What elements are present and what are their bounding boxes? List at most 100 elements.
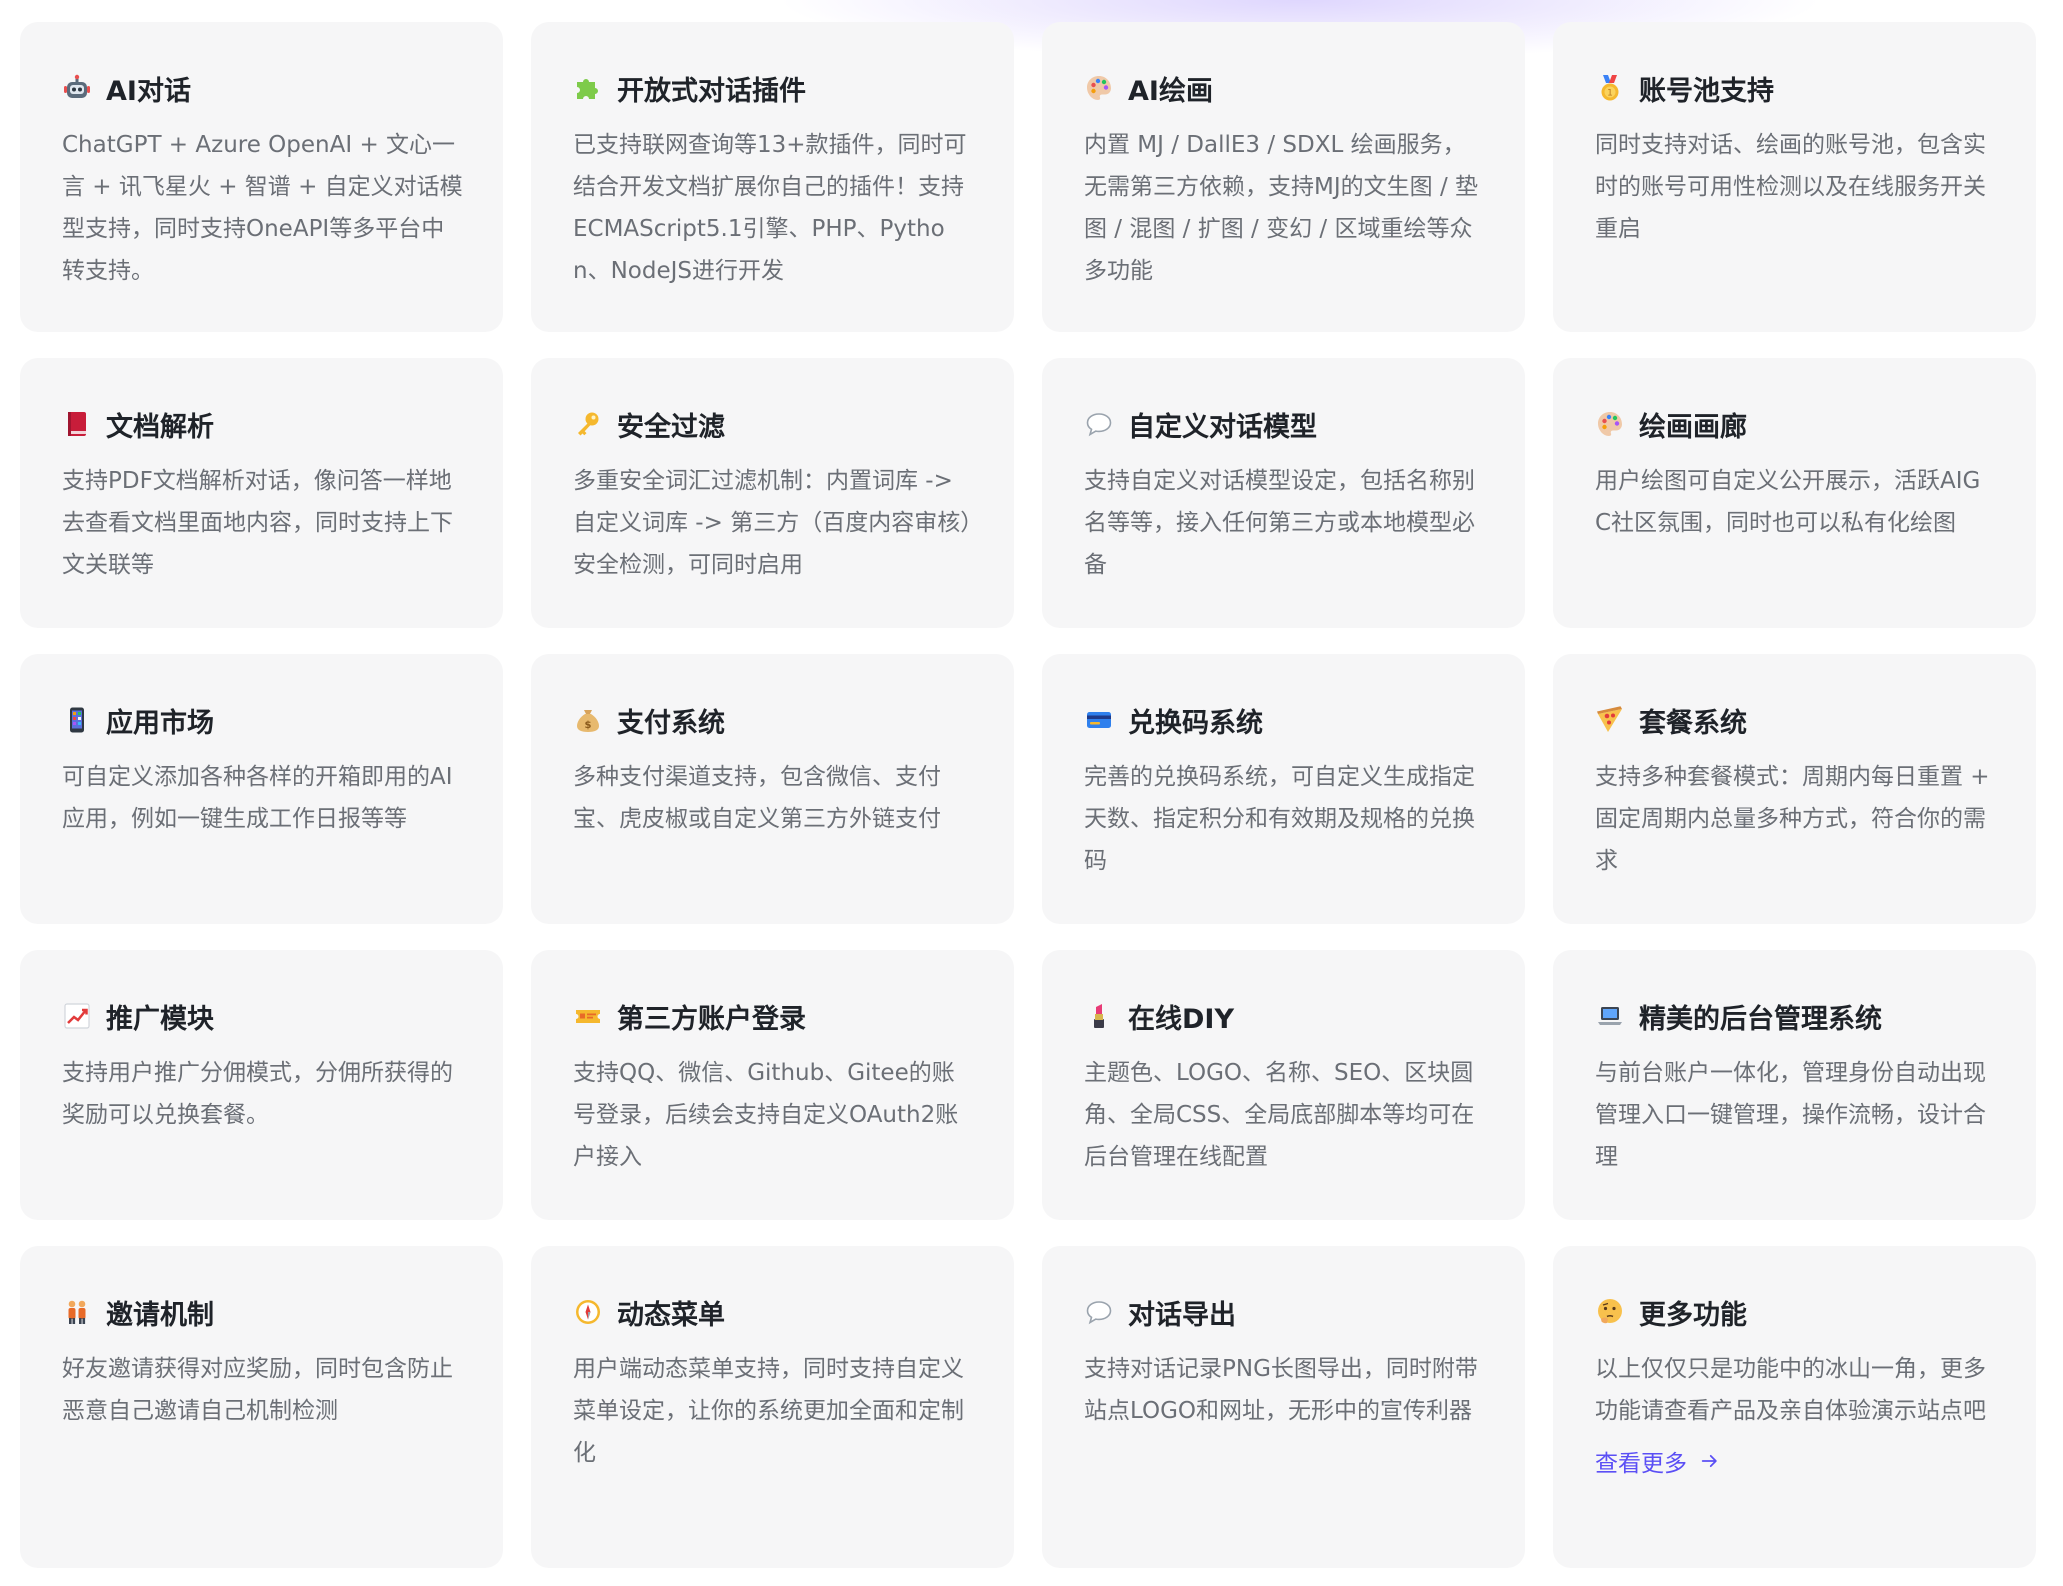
feature-title: 套餐系统 — [1639, 707, 1747, 739]
people-icon — [68, 1300, 86, 1324]
phone-app-icon — [70, 707, 84, 733]
feature-description: 主题色、LOGO、名称、SEO、区块圆角、全局CSS、全局底部脚本等均可在后台管… — [1084, 1060, 1475, 1170]
feature-description: 以上仅仅只是功能中的冰山一角，更多功能请查看产品及亲自体验演示站点吧 — [1595, 1356, 1986, 1424]
key-icon — [578, 412, 599, 436]
feature-card-header: 更多功能 — [1595, 1292, 1996, 1332]
svg-text:$: $ — [585, 720, 592, 731]
speech-bubble-icon — [1086, 413, 1112, 437]
feature-card: 安全过滤多重安全词汇过滤机制：内置词库 -> 自定义词库 -> 第三方（百度内容… — [531, 358, 1014, 628]
feature-title: 更多功能 — [1639, 1299, 1747, 1331]
feature-card-header: AI对话 — [62, 68, 463, 108]
thinking-face-icon — [1598, 1299, 1622, 1324]
feature-card-header: 对话导出 — [1084, 1292, 1485, 1332]
feature-description: 好友邀请获得对应奖励，同时包含防止恶意自己邀请自己机制检测 — [62, 1356, 453, 1424]
money-bag-icon: $ — [577, 710, 599, 732]
feature-description: 支持QQ、微信、Github、Gitee的账号登录，后续会支持自定义OAuth2… — [573, 1060, 959, 1170]
compass-icon — [576, 1300, 600, 1324]
feature-title: AI对话 — [106, 75, 191, 107]
feature-card: 第三方账户登录支持QQ、微信、Github、Gitee的账号登录，后续会支持自定… — [531, 950, 1014, 1220]
feature-title: 推广模块 — [106, 1003, 214, 1035]
feature-card: 自定义对话模型支持自定义对话模型设定，包括名称别名等等，接入任何第三方或本地模型… — [1042, 358, 1525, 628]
feature-card-header: 兑换码系统 — [1084, 700, 1485, 740]
feature-card-header: $ 支付系统 — [573, 700, 974, 740]
feature-title: 精美的后台管理系统 — [1639, 1003, 1882, 1035]
feature-card: 开放式对话插件已支持联网查询等13+款插件，同时可结合开发文档扩展你自己的插件！… — [531, 22, 1014, 332]
speech-bubble-icon — [1086, 1301, 1112, 1325]
feature-card: 邀请机制好友邀请获得对应奖励，同时包含防止恶意自己邀请自己机制检测 — [20, 1246, 503, 1568]
feature-title: 兑换码系统 — [1128, 707, 1263, 739]
svg-text:1: 1 — [1607, 89, 1613, 99]
feature-title: 支付系统 — [617, 707, 725, 739]
feature-description: 同时支持对话、绘画的账号池，包含实时的账号可用性检测以及在线服务开关重启 — [1595, 132, 1986, 242]
palette-icon — [1598, 412, 1622, 436]
feature-card-header: 1 账号池支持 — [1595, 68, 1996, 108]
palette-icon — [1087, 76, 1111, 100]
feature-card-header: 精美的后台管理系统 — [1595, 996, 1996, 1036]
feature-card-header: AI绘画 — [1084, 68, 1485, 108]
pizza-icon — [1597, 706, 1622, 732]
feature-title: 邀请机制 — [106, 1299, 214, 1331]
feature-card-header: 安全过滤 — [573, 404, 974, 444]
book-icon — [68, 412, 86, 436]
page: AI对话 ChatGPT + Azure OpenAI + 文心一言 + 讯飞星火… — [0, 0, 2063, 1586]
feature-card: 精美的后台管理系统与前台账户一体化，管理身份自动出现管理入口一键管理，操作流畅，… — [1553, 950, 2036, 1220]
feature-title: 动态菜单 — [617, 1299, 725, 1331]
feature-card-header: 套餐系统 — [1595, 700, 1996, 740]
feature-description: 完善的兑换码系统，可自定义生成指定天数、指定积分和有效期及规格的兑换码 — [1084, 764, 1475, 874]
feature-card: 推广模块支持用户推广分佣模式，分佣所获得的奖励可以兑换套餐。 — [20, 950, 503, 1220]
feature-card-header: 在线DIY — [1084, 996, 1485, 1036]
laptop-icon — [1598, 1007, 1622, 1025]
feature-card: 应用市场可自定义添加各种各样的开箱即用的AI应用，例如一键生成工作日报等等 — [20, 654, 503, 924]
feature-description: 支持自定义对话模型设定，包括名称别名等等，接入任何第三方或本地模型必备 — [1084, 468, 1475, 578]
feature-description: 用户绘图可自定义公开展示，活跃AIGC社区氛围，同时也可以私有化绘图 — [1595, 468, 1981, 536]
feature-description: 用户端动态菜单支持，同时支持自定义菜单设定，让你的系统更加全面和定制化 — [573, 1356, 964, 1466]
feature-card: $ 支付系统多种支付渠道支持，包含微信、支付宝、虎皮椒或自定义第三方外链支付 — [531, 654, 1014, 924]
feature-title: 自定义对话模型 — [1128, 411, 1317, 443]
feature-description: 可自定义添加各种各样的开箱即用的AI应用，例如一键生成工作日报等等 — [62, 764, 453, 832]
credit-card-icon — [1087, 712, 1111, 728]
feature-description: 支持对话记录PNG长图导出，同时附带站点LOGO和网址，无形中的宣传利器 — [1084, 1356, 1478, 1424]
feature-description: 支持用户推广分佣模式，分佣所获得的奖励可以兑换套餐。 — [62, 1060, 453, 1128]
feature-description: ChatGPT + Azure OpenAI + 文心一言 + 讯飞星火 + 智… — [62, 132, 463, 284]
feature-card: 在线DIY 主题色、LOGO、名称、SEO、区块圆角、全局CSS、全局底部脚本等均… — [1042, 950, 1525, 1220]
ticket-icon — [576, 1010, 600, 1023]
feature-title: 对话导出 — [1128, 1299, 1236, 1331]
feature-description: 多重安全词汇过滤机制：内置词库 -> 自定义词库 -> 第三方（百度内容审核）安… — [573, 468, 972, 578]
view-more-label: 查看更多 — [1595, 1451, 1687, 1477]
arrow-right-icon — [1701, 1454, 1717, 1468]
feature-card: 套餐系统支持多种套餐模式：周期内每日重置 + 固定周期内总量多种方式，符合你的需… — [1553, 654, 2036, 924]
feature-title: AI绘画 — [1128, 75, 1213, 107]
robot-icon — [64, 74, 90, 98]
feature-description: 支持多种套餐模式：周期内每日重置 + 固定周期内总量多种方式，符合你的需求 — [1595, 764, 1990, 874]
feature-title: 绘画画廊 — [1639, 411, 1747, 443]
feature-description: 支持PDF文档解析对话，像问答一样地去查看文档里面地内容，同时支持上下文关联等 — [62, 468, 453, 578]
feature-title: 文档解析 — [106, 411, 214, 443]
feature-card-header: 动态菜单 — [573, 1292, 974, 1332]
feature-card: 兑换码系统完善的兑换码系统，可自定义生成指定天数、指定积分和有效期及规格的兑换码 — [1042, 654, 1525, 924]
feature-card-header: 绘画画廊 — [1595, 404, 1996, 444]
feature-card-header: 自定义对话模型 — [1084, 404, 1485, 444]
feature-title: 安全过滤 — [617, 411, 725, 443]
feature-title: 开放式对话插件 — [617, 75, 806, 107]
feature-description: 多种支付渠道支持，包含微信、支付宝、虎皮椒或自定义第三方外链支付 — [573, 764, 941, 832]
feature-card: 动态菜单用户端动态菜单支持，同时支持自定义菜单设定，让你的系统更加全面和定制化 — [531, 1246, 1014, 1568]
feature-title: 账号池支持 — [1639, 75, 1774, 107]
feature-card: AI对话 ChatGPT + Azure OpenAI + 文心一言 + 讯飞星火… — [20, 22, 503, 332]
lipstick-icon — [1094, 1004, 1104, 1028]
view-more-link[interactable]: 查看更多 — [1595, 1444, 1721, 1478]
feature-card: 绘画画廊用户绘图可自定义公开展示，活跃AIGC社区氛围，同时也可以私有化绘图 — [1553, 358, 2036, 628]
feature-grid: AI对话 ChatGPT + Azure OpenAI + 文心一言 + 讯飞星火… — [20, 22, 2036, 1568]
medal-icon: 1 — [1601, 75, 1619, 101]
feature-card-header: 应用市场 — [62, 700, 463, 740]
feature-card: AI绘画内置 MJ / DallE3 / SDXL 绘画服务，无需第三方依赖，支… — [1042, 22, 1525, 332]
feature-card-header: 开放式对话插件 — [573, 68, 974, 108]
feature-description: 已支持联网查询等13+款插件，同时可结合开发文档扩展你自己的插件！支持ECMAS… — [573, 132, 967, 284]
feature-card-header: 邀请机制 — [62, 1292, 463, 1332]
feature-description: 内置 MJ / DallE3 / SDXL 绘画服务，无需第三方依赖，支持MJ的… — [1084, 132, 1478, 284]
feature-card: 文档解析支持PDF文档解析对话，像问答一样地去查看文档里面地内容，同时支持上下文… — [20, 358, 503, 628]
feature-card-header: 文档解析 — [62, 404, 463, 444]
feature-title: 应用市场 — [106, 707, 214, 739]
feature-card: 更多功能以上仅仅只是功能中的冰山一角，更多功能请查看产品及亲自体验演示站点吧查看… — [1553, 1246, 2036, 1568]
feature-card-header: 第三方账户登录 — [573, 996, 974, 1036]
feature-description: 与前台账户一体化，管理身份自动出现管理入口一键管理，操作流畅，设计合理 — [1595, 1060, 1986, 1170]
